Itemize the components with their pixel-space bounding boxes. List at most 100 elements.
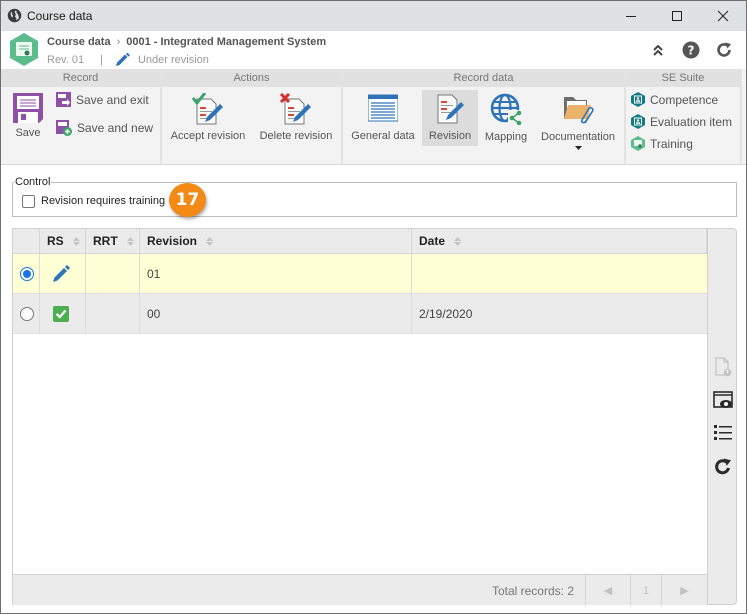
sort-icon bbox=[73, 237, 81, 247]
column-header-rrt[interactable]: RRT bbox=[86, 229, 140, 254]
document-info-button[interactable] bbox=[711, 355, 735, 379]
revision-button[interactable]: Revision bbox=[422, 90, 478, 146]
maximize-icon bbox=[672, 11, 682, 21]
svg-text:?: ? bbox=[688, 44, 695, 58]
revision-label: Revision bbox=[428, 130, 472, 142]
delete-revision-label: Delete revision bbox=[259, 130, 333, 142]
revision-cell: 00 bbox=[140, 294, 412, 334]
revision-cell: 01 bbox=[140, 254, 412, 294]
select-column-header bbox=[13, 229, 40, 254]
breadcrumb-separator: › bbox=[116, 36, 121, 48]
date-cell bbox=[412, 254, 707, 294]
ribbon-toolbar: Record Save Save and exit Save and new A… bbox=[1, 69, 746, 165]
double-chevron-up-icon bbox=[653, 44, 663, 56]
revision-requires-training-label[interactable]: Revision requires training bbox=[41, 195, 165, 207]
save-and-exit-label: Save and exit bbox=[76, 92, 149, 107]
table-row[interactable]: 01 bbox=[13, 254, 707, 294]
column-header-revision-label: Revision bbox=[147, 234, 198, 248]
grid-footer: Total records: 2 ◀ 1 ▶ bbox=[13, 574, 707, 606]
collapse-button[interactable] bbox=[649, 41, 667, 59]
revision-label: Rev. 01 bbox=[47, 54, 85, 66]
dropdown-caret-icon bbox=[574, 146, 582, 150]
revision-icon bbox=[437, 94, 464, 124]
close-button[interactable] bbox=[700, 1, 746, 31]
save-new-icon bbox=[56, 120, 72, 136]
rrt-cell bbox=[86, 254, 140, 294]
help-icon: ? bbox=[682, 41, 700, 59]
total-records: Total records: 2 bbox=[491, 584, 574, 598]
minimize-button[interactable] bbox=[608, 1, 654, 31]
save-button[interactable]: Save bbox=[7, 93, 49, 145]
row-radio[interactable] bbox=[20, 267, 34, 281]
title-bar: Course data bbox=[1, 1, 746, 31]
documentation-label: Documentation bbox=[541, 131, 615, 143]
check-icon bbox=[53, 306, 69, 322]
group-title-se-suite: SE Suite bbox=[626, 69, 740, 87]
rs-cell bbox=[40, 294, 86, 334]
save-and-exit-button[interactable]: Save and exit bbox=[56, 92, 149, 107]
column-header-rs[interactable]: RS bbox=[40, 229, 86, 254]
view-button[interactable] bbox=[711, 388, 735, 412]
breadcrumb-current: 0001 - Integrated Management System bbox=[126, 36, 327, 48]
group-record: Record Save Save and exit Save and new bbox=[1, 69, 162, 165]
save-exit-icon bbox=[56, 92, 71, 107]
competence-icon bbox=[631, 92, 645, 107]
sort-icon bbox=[454, 237, 462, 247]
table-row[interactable]: 00 2/19/2020 bbox=[13, 294, 707, 334]
competence-button[interactable]: Competence bbox=[631, 92, 718, 107]
row-radio[interactable] bbox=[20, 307, 34, 321]
previous-page-button[interactable]: ◀ bbox=[585, 575, 630, 606]
refresh-icon bbox=[715, 458, 731, 475]
general-data-icon bbox=[368, 94, 398, 122]
column-header-revision[interactable]: Revision bbox=[140, 229, 412, 254]
training-button[interactable]: Training bbox=[631, 136, 693, 151]
next-page-button[interactable]: ▶ bbox=[661, 575, 707, 606]
maximize-button[interactable] bbox=[654, 1, 700, 31]
training-label: Training bbox=[650, 136, 693, 151]
grid-refresh-button[interactable] bbox=[711, 455, 735, 479]
group-title-record-data: Record data bbox=[343, 69, 624, 87]
documentation-folder-icon bbox=[564, 97, 594, 124]
group-se-suite: SE Suite Competence Evaluation item Trai… bbox=[626, 69, 742, 165]
column-header-rs-label: RS bbox=[47, 234, 64, 248]
group-actions: Actions Accept revision Delete revision bbox=[162, 69, 343, 165]
close-icon bbox=[717, 10, 729, 22]
column-header-date-label: Date bbox=[419, 234, 446, 248]
accept-revision-icon bbox=[191, 93, 223, 125]
breadcrumb: Course data › 0001 - Integrated Management… bbox=[47, 36, 326, 48]
revision-requires-training-checkbox[interactable] bbox=[22, 195, 35, 208]
mapping-label: Mapping bbox=[484, 131, 528, 143]
delete-revision-button[interactable]: Delete revision bbox=[256, 93, 336, 145]
accept-revision-button[interactable]: Accept revision bbox=[168, 93, 248, 145]
save-and-new-label: Save and new bbox=[77, 121, 154, 135]
training-icon bbox=[631, 136, 645, 151]
refresh-button[interactable] bbox=[715, 41, 733, 59]
window-eye-icon bbox=[713, 391, 733, 408]
minimize-icon bbox=[626, 16, 636, 17]
rrt-cell bbox=[86, 294, 140, 334]
window-title: Course data bbox=[27, 9, 93, 23]
general-data-button[interactable]: General data bbox=[347, 93, 419, 145]
evaluation-item-button[interactable]: Evaluation item bbox=[631, 114, 732, 129]
column-header-date[interactable]: Date bbox=[412, 229, 707, 254]
pencil-icon bbox=[115, 53, 130, 66]
help-button[interactable]: ? bbox=[682, 41, 700, 59]
row-select-cell bbox=[13, 254, 40, 294]
previous-page-icon: ◀ bbox=[603, 585, 613, 597]
list-view-button[interactable] bbox=[711, 421, 735, 445]
course-hexagon-icon bbox=[10, 33, 38, 66]
save-label: Save bbox=[15, 127, 41, 139]
evaluation-item-label: Evaluation item bbox=[650, 114, 733, 129]
divider: | bbox=[100, 54, 103, 66]
mapping-button[interactable]: Mapping bbox=[481, 93, 531, 145]
grid-header: RS RRT Revision Date bbox=[13, 229, 707, 254]
breadcrumb-root[interactable]: Course data bbox=[47, 36, 111, 48]
sort-icon bbox=[127, 237, 135, 247]
mapping-globe-icon bbox=[490, 93, 522, 125]
row-select-cell bbox=[13, 294, 40, 334]
page-number[interactable]: 1 bbox=[630, 575, 661, 606]
save-and-new-button[interactable]: Save and new bbox=[56, 120, 153, 136]
documentation-button[interactable]: Documentation bbox=[537, 93, 619, 155]
save-floppy-icon bbox=[13, 93, 43, 123]
delete-revision-icon bbox=[279, 93, 311, 125]
